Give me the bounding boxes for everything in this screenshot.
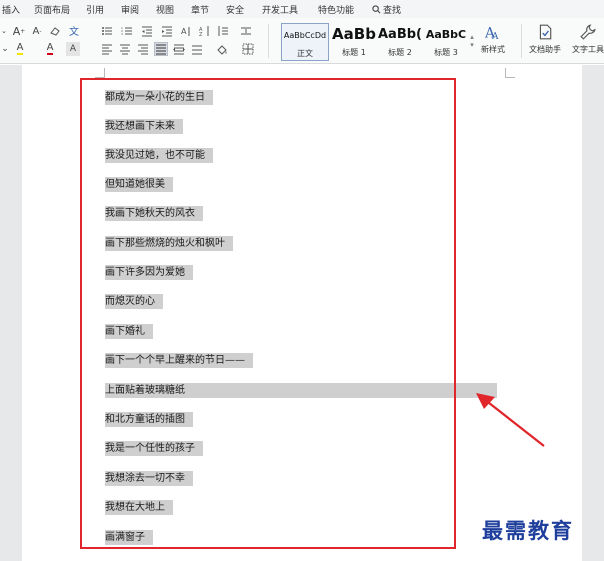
shading-fill-icon[interactable]	[212, 42, 232, 56]
align-right-icon[interactable]	[136, 42, 150, 56]
search-label: 查找	[383, 6, 402, 16]
style-heading-2[interactable]: AaBb( 标题 2	[377, 23, 423, 61]
red-arrow-icon	[476, 393, 545, 447]
sort-icon[interactable]: AZ	[198, 24, 212, 38]
search-icon	[372, 5, 381, 14]
style-heading-1[interactable]: AaBb 标题 1	[330, 23, 378, 61]
menu-security[interactable]: 安全	[226, 3, 244, 16]
menu-bar: 插入 页面布局 引用 审阅 视图 章节 安全 开发工具 特色功能 查找	[0, 0, 604, 18]
highlight-color-icon[interactable]: A	[10, 42, 30, 56]
distributed-align-icon[interactable]	[172, 42, 186, 56]
svg-text:文: 文	[69, 25, 79, 37]
svg-text:A: A	[491, 32, 499, 40]
font-size-dropdown-caret[interactable]: ⌄	[0, 24, 8, 38]
style-heading-1-sample: AaBb	[332, 25, 376, 43]
ribbon-divider	[268, 24, 269, 58]
increase-indent-icon[interactable]	[160, 24, 174, 38]
style-heading-3-sample: AaBbC	[425, 27, 467, 41]
justify-icon[interactable]	[154, 42, 168, 56]
style-normal[interactable]: AaBbCcDd 正文	[281, 23, 329, 61]
red-highlight-box	[80, 78, 456, 549]
align-left-icon[interactable]	[100, 42, 114, 56]
menu-insert[interactable]: 插入	[2, 3, 20, 16]
grow-font-icon[interactable]: A +	[12, 24, 26, 38]
menu-review[interactable]: 审阅	[121, 3, 139, 16]
bullet-list-icon[interactable]	[100, 24, 114, 38]
style-heading-2-sample: AaBb(	[378, 26, 422, 42]
style-heading-1-label: 标题 1	[342, 48, 366, 57]
decrease-indent-icon[interactable]	[140, 24, 154, 38]
margin-corner-top-right	[505, 68, 515, 78]
doc-assistant-icon	[539, 24, 552, 40]
pinyin-icon[interactable]: 文	[66, 24, 82, 38]
menu-developer-tools[interactable]: 开发工具	[262, 3, 298, 16]
line-spacing-icon[interactable]	[216, 24, 230, 38]
svg-text:Z: Z	[199, 32, 203, 37]
ribbon-toolbar: ⌄ A + A- 文 123 A AZ ⌄ A A A AaBbCcDd 正文 …	[0, 18, 604, 64]
style-heading-3-label: 标题 3	[434, 48, 458, 57]
margin-corner-top-left	[95, 68, 105, 78]
menu-page-layout[interactable]: 页面布局	[34, 3, 70, 16]
numbered-list-icon[interactable]: 123	[120, 24, 134, 38]
menu-view[interactable]: 视图	[156, 3, 174, 16]
text-direction-icon[interactable]: A	[180, 24, 194, 38]
clear-format-icon[interactable]	[48, 24, 62, 38]
styles-scroll-arrows[interactable]: ▴ ▾	[468, 24, 476, 58]
ribbon-divider	[521, 24, 522, 58]
doc-assistant-button[interactable]: 文档助手	[529, 24, 561, 55]
new-style-button[interactable]: AA 新样式	[481, 24, 505, 55]
svg-text:3: 3	[121, 32, 123, 36]
text-tools-label: 文字工具	[572, 45, 604, 54]
wrench-icon	[580, 24, 596, 40]
style-heading-2-label: 标题 2	[388, 48, 412, 57]
menu-section[interactable]: 章节	[191, 3, 209, 16]
menu-references[interactable]: 引用	[86, 3, 104, 16]
column-spacing-icon[interactable]	[190, 42, 204, 56]
new-style-label: 新样式	[481, 45, 505, 54]
align-center-icon[interactable]	[118, 42, 132, 56]
svg-text:A: A	[181, 27, 187, 36]
watermark-text: 最需教育	[482, 518, 574, 543]
paragraph-spacing-icon[interactable]	[238, 24, 254, 38]
style-heading-3[interactable]: AaBbC 标题 3	[425, 23, 467, 61]
text-tools-button[interactable]: 文字工具	[572, 24, 604, 55]
underline-caret[interactable]: ⌄	[0, 42, 10, 56]
style-normal-sample: AaBbCcDd	[283, 30, 327, 40]
search-button[interactable]: 查找	[372, 3, 401, 16]
menu-special-features[interactable]: 特色功能	[318, 3, 354, 16]
doc-assistant-label: 文档助手	[529, 45, 561, 54]
character-shading-icon[interactable]: A	[66, 42, 80, 56]
borders-icon[interactable]	[238, 42, 258, 56]
new-style-icon: AA	[485, 26, 499, 40]
font-color-icon[interactable]: A	[40, 42, 60, 56]
style-normal-label: 正文	[297, 49, 313, 58]
shrink-font-icon[interactable]: A-	[30, 24, 44, 38]
